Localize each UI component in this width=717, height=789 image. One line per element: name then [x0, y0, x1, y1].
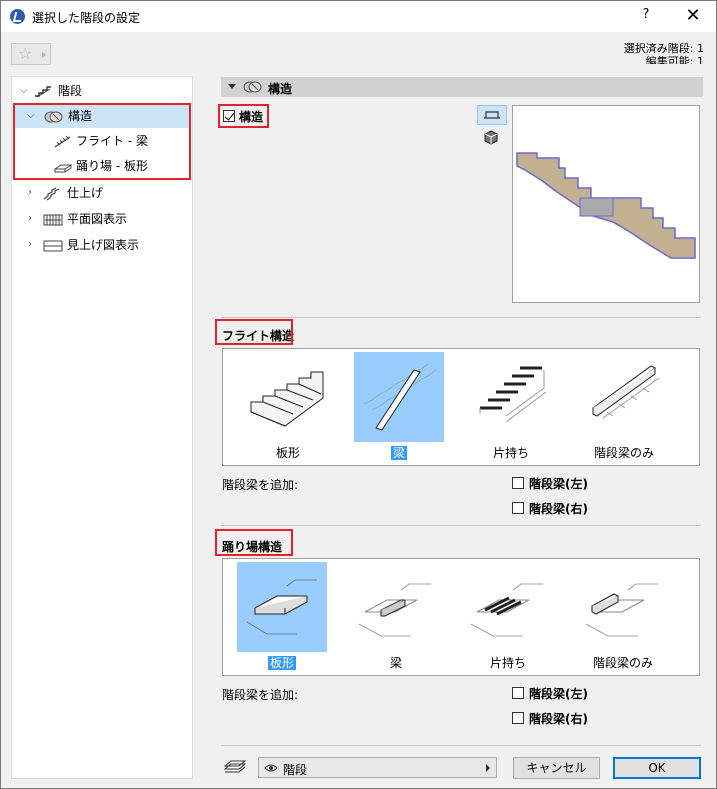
flight-cantilever-image — [466, 352, 556, 442]
structure-icon — [243, 80, 262, 94]
stair-preview — [512, 105, 700, 303]
collapse-triangle-icon — [228, 84, 236, 89]
chevron-right-icon: › — [28, 187, 32, 198]
landing-stringer-left-label: 階段梁(左) — [529, 687, 588, 701]
eye-icon — [264, 762, 278, 774]
option-caption: 梁 — [389, 656, 402, 670]
separator — [221, 745, 701, 746]
tree-item-finish[interactable]: › 仕上げ — [12, 181, 192, 205]
tree-item-label: 仕上げ — [67, 186, 104, 200]
landing-stringer-right-checkbox[interactable] — [512, 712, 524, 724]
stair-icon — [34, 85, 52, 98]
landing-slab-image — [237, 562, 327, 652]
tree-item-reflected-ceiling[interactable]: › 見上げ図表示 — [12, 233, 192, 257]
chevron-right-icon — [486, 764, 490, 772]
flight-stringer-right-checkbox[interactable] — [512, 502, 524, 514]
flight-add-stringer-label: 階段梁を追加: — [222, 478, 299, 492]
flight-stringer-left-label: 階段梁(左) — [529, 477, 588, 491]
layer-select[interactable]: 階段 — [258, 757, 497, 778]
flight-slab-image — [243, 352, 333, 442]
star-icon: ☆ — [18, 44, 33, 63]
reflected-ceiling-icon — [43, 239, 63, 252]
view-3d-button[interactable] — [477, 128, 507, 148]
cancel-button[interactable]: キャンセル — [513, 757, 600, 779]
chevron-right-icon — [42, 52, 46, 58]
editable-count-label: 編集可能: 1 — [645, 55, 704, 64]
section-title: 構造 — [268, 82, 293, 96]
ok-button[interactable]: OK — [613, 757, 701, 779]
window-title: 選択した階段の設定 — [32, 11, 141, 25]
option-caption: 板形 — [275, 446, 300, 460]
highlight-structure-tree — [13, 103, 191, 180]
flight-structure-options: 板形 梁 片持ち 階段梁のみ — [222, 348, 700, 466]
landing-stringer-left-checkbox[interactable] — [512, 687, 524, 699]
option-caption: 階段梁のみ — [593, 446, 654, 460]
landing-stringer-right-label: 階段梁(右) — [529, 712, 588, 726]
chevron-down-icon: ⌵ — [20, 85, 28, 96]
finish-icon — [43, 187, 61, 201]
layer-select-value: 階段 — [283, 763, 308, 777]
tree-item-label: 見上げ図表示 — [67, 238, 140, 252]
settings-tree: ⌵ 階段 ⌵ 構造 フライト - 梁 踊り場 - 板形 › 仕上げ › 平面図表… — [11, 76, 193, 779]
chevron-right-icon: › — [28, 239, 32, 250]
landing-add-stringer-label: 階段梁を追加: — [222, 688, 299, 702]
tree-item-floorplan[interactable]: › 平面図表示 — [12, 207, 192, 231]
highlight-landing-structure — [215, 529, 293, 556]
landing-beam-image — [351, 562, 441, 652]
flight-stringer-left-checkbox[interactable] — [512, 477, 524, 489]
title-bar: 選択した階段の設定 ? ✕ — [1, 1, 716, 32]
chevron-right-icon: › — [28, 213, 32, 224]
selected-count-label: 選択済み階段: 1 — [623, 42, 704, 55]
floorplan-icon — [43, 213, 63, 226]
flight-beam-image — [354, 352, 444, 442]
option-caption: 階段梁のみ — [592, 656, 653, 670]
option-caption: 片持ち — [489, 656, 526, 670]
option-caption: 板形 — [267, 656, 296, 670]
favorites-button[interactable]: ☆ — [11, 43, 51, 65]
landing-stringer-only-image — [578, 562, 668, 652]
help-button[interactable]: ? — [636, 7, 656, 27]
highlight-structure-checkbox — [218, 104, 269, 128]
tree-item-label: 階段 — [58, 84, 83, 98]
landing-structure-options: 板形 梁 片持ち 階段梁のみ — [222, 558, 700, 676]
close-button[interactable]: ✕ — [681, 5, 705, 29]
highlight-flight-structure — [215, 319, 293, 345]
selection-count: 選択済み階段: 1 編集可能: 1 — [624, 42, 704, 64]
dialog-window: 選択した階段の設定 ? ✕ ☆ 選択済み階段: 1 編集可能: 1 ⌵ 階段 ⌵… — [0, 0, 717, 789]
separator — [221, 317, 701, 318]
layers-icon — [223, 757, 247, 775]
tree-item-label: 平面図表示 — [67, 212, 128, 226]
option-caption: 梁 — [390, 446, 407, 460]
view-2d-button[interactable] — [477, 105, 507, 125]
option-caption: 片持ち — [492, 446, 529, 460]
flight-stringer-only-image — [579, 352, 669, 442]
separator — [221, 525, 701, 526]
tree-item-stair[interactable]: ⌵ 階段 — [12, 79, 192, 103]
archicad-app-icon — [10, 9, 25, 24]
landing-cantilever-image — [463, 562, 553, 652]
flight-stringer-right-label: 階段梁(右) — [529, 502, 588, 516]
section-header-structure[interactable]: 構造 — [221, 77, 703, 97]
